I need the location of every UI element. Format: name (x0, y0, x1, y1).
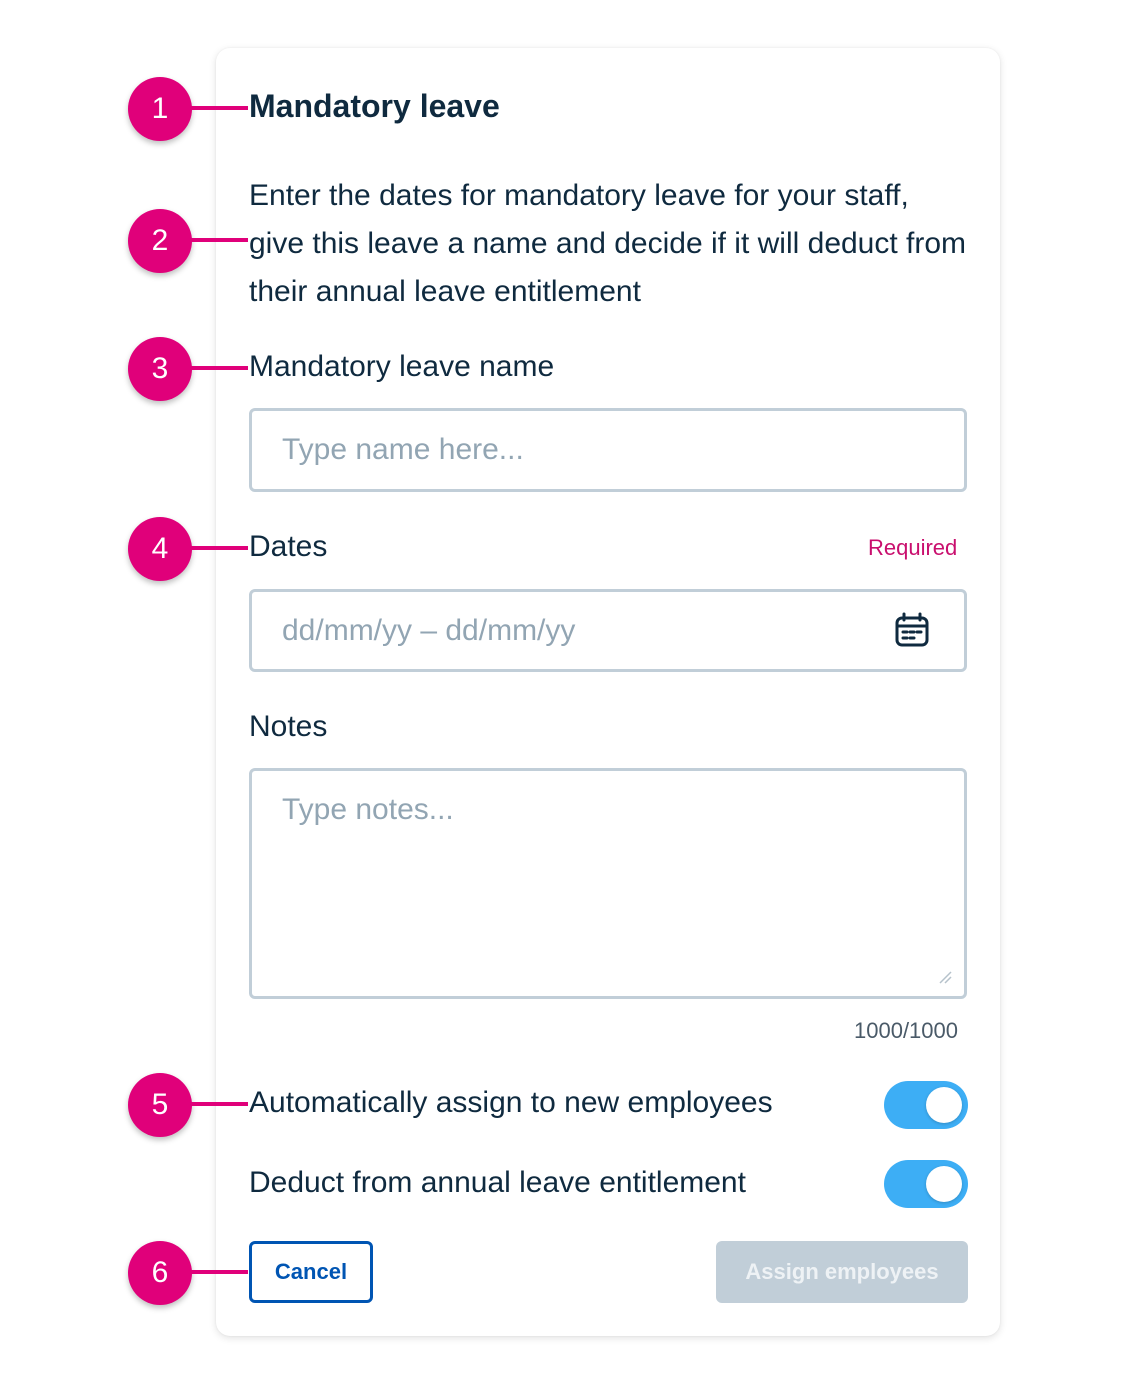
notes-textarea[interactable]: Type notes... (249, 768, 967, 999)
annotation-leader-1 (190, 106, 248, 110)
leave-name-placeholder: Type name here... (282, 433, 524, 466)
dates-field-label: Dates (249, 530, 328, 563)
notes-placeholder: Type notes... (282, 793, 454, 826)
assign-employees-button[interactable]: Assign employees (716, 1241, 968, 1303)
annotation-leader-2 (190, 238, 248, 242)
name-field-label: Mandatory leave name (249, 350, 555, 383)
dates-input[interactable]: dd/mm/yy – dd/mm/yy (249, 589, 967, 672)
leave-name-input[interactable]: Type name here... (249, 408, 967, 492)
auto-assign-label: Automatically assign to new employees (249, 1086, 773, 1119)
resize-handle-icon[interactable] (938, 970, 952, 984)
annotation-leader-5 (190, 1102, 248, 1106)
dialog-description: Enter the dates for mandatory leave for … (249, 179, 967, 308)
annotation-marker-6: 6 (128, 1241, 192, 1305)
annotation-marker-2: 2 (128, 209, 192, 273)
toggle-knob (926, 1166, 962, 1202)
auto-assign-toggle[interactable] (884, 1081, 968, 1129)
annotation-leader-6 (190, 1270, 248, 1274)
deduct-leave-toggle[interactable] (884, 1160, 968, 1208)
notes-character-counter: 1000/1000 (854, 1018, 958, 1043)
toggle-knob (926, 1087, 962, 1123)
calendar-icon[interactable] (894, 612, 930, 648)
cancel-button[interactable]: Cancel (249, 1241, 373, 1303)
required-indicator: Required (868, 535, 958, 560)
notes-field-label: Notes (249, 710, 328, 743)
dates-placeholder: dd/mm/yy – dd/mm/yy (282, 614, 576, 647)
annotation-marker-5: 5 (128, 1073, 192, 1137)
annotation-marker-1: 1 (128, 77, 192, 141)
dialog-title: Mandatory leave (249, 88, 500, 124)
annotation-leader-3 (190, 366, 248, 370)
annotation-marker-3: 3 (128, 337, 192, 401)
deduct-leave-label: Deduct from annual leave entitlement (249, 1166, 746, 1199)
annotation-marker-4: 4 (128, 517, 192, 581)
annotation-leader-4 (190, 546, 248, 550)
